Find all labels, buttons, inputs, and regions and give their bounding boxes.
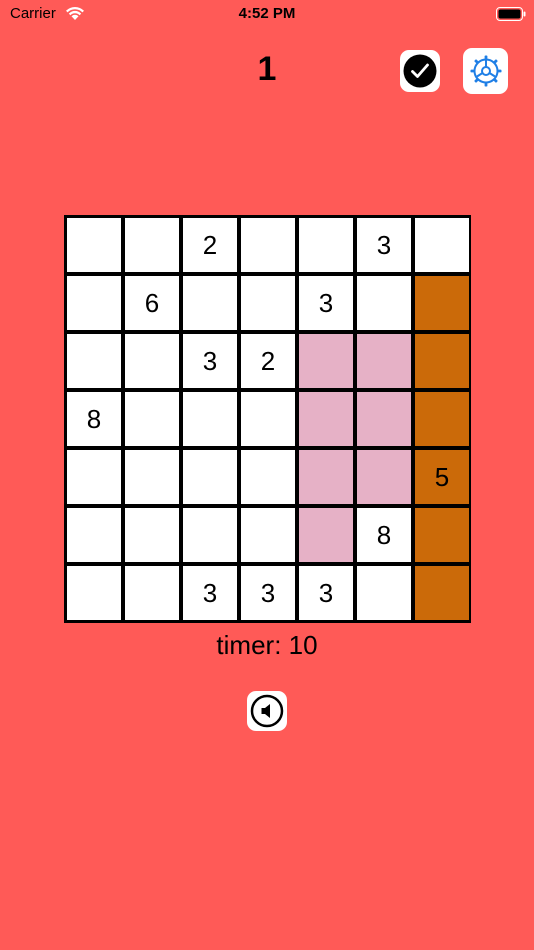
grid-cell[interactable]	[299, 392, 353, 446]
grid-cell[interactable]	[357, 276, 411, 330]
check-button[interactable]	[400, 50, 440, 92]
grid-cell[interactable]: 8	[67, 392, 121, 446]
grid-cell[interactable]	[183, 450, 237, 504]
grid-cell[interactable]: 8	[357, 508, 411, 562]
grid-cell[interactable]	[415, 334, 469, 388]
timer-label: timer: 10	[216, 630, 318, 660]
grid-cell[interactable]	[299, 508, 353, 562]
grid-cell[interactable]	[299, 450, 353, 504]
grid-cell[interactable]: 2	[183, 218, 237, 272]
grid-cell[interactable]	[241, 392, 295, 446]
sound-toggle-button[interactable]	[247, 691, 287, 731]
grid-cell[interactable]	[67, 450, 121, 504]
grid-cell[interactable]	[415, 508, 469, 562]
grid-cell[interactable]	[67, 334, 121, 388]
grid-cell[interactable]: 3	[183, 566, 237, 620]
grid-cell[interactable]: 5	[415, 450, 469, 504]
grid-cell[interactable]	[299, 218, 353, 272]
grid-cell[interactable]	[415, 566, 469, 620]
grid-cell[interactable]	[67, 218, 121, 272]
grid-cell[interactable]	[357, 450, 411, 504]
speaker-icon	[250, 694, 284, 728]
status-bar: Carrier 4:52 PM	[0, 0, 534, 30]
grid-cell[interactable]: 3	[357, 218, 411, 272]
settings-button[interactable]	[463, 48, 508, 94]
grid-cell[interactable]	[357, 566, 411, 620]
grid-cell[interactable]	[67, 508, 121, 562]
grid-cell[interactable]	[183, 276, 237, 330]
grid-cell[interactable]	[125, 334, 179, 388]
grid-cell[interactable]	[67, 566, 121, 620]
grid-cell[interactable]	[241, 218, 295, 272]
checkmark-circle-icon	[403, 54, 437, 88]
gear-icon	[470, 55, 501, 87]
status-time: 4:52 PM	[238, 5, 296, 22]
grid-cell[interactable]: 3	[183, 334, 237, 388]
grid-cell[interactable]	[299, 334, 353, 388]
grid-cell[interactable]: 3	[299, 566, 353, 620]
grid-cell[interactable]	[357, 392, 411, 446]
grid-cell[interactable]	[241, 276, 295, 330]
puzzle-grid: 236332858333	[64, 215, 471, 623]
level-number: 1	[257, 50, 277, 88]
grid-cell[interactable]: 3	[299, 276, 353, 330]
grid-cell[interactable]	[67, 276, 121, 330]
grid-cell[interactable]: 6	[125, 276, 179, 330]
grid-cell[interactable]	[183, 508, 237, 562]
grid-cell[interactable]	[125, 392, 179, 446]
grid-cell[interactable]	[125, 450, 179, 504]
grid-cell[interactable]: 2	[241, 334, 295, 388]
grid-cell[interactable]	[241, 508, 295, 562]
grid-cell[interactable]	[125, 508, 179, 562]
grid-cell[interactable]	[125, 566, 179, 620]
grid-cell[interactable]	[415, 218, 469, 272]
grid-cell[interactable]	[415, 392, 469, 446]
grid-cell[interactable]: 3	[241, 566, 295, 620]
grid-cell[interactable]	[125, 218, 179, 272]
grid-cell[interactable]	[241, 450, 295, 504]
grid-cell[interactable]	[415, 276, 469, 330]
grid-cell[interactable]	[357, 334, 411, 388]
grid-cell[interactable]	[183, 392, 237, 446]
battery-icon	[496, 7, 526, 21]
